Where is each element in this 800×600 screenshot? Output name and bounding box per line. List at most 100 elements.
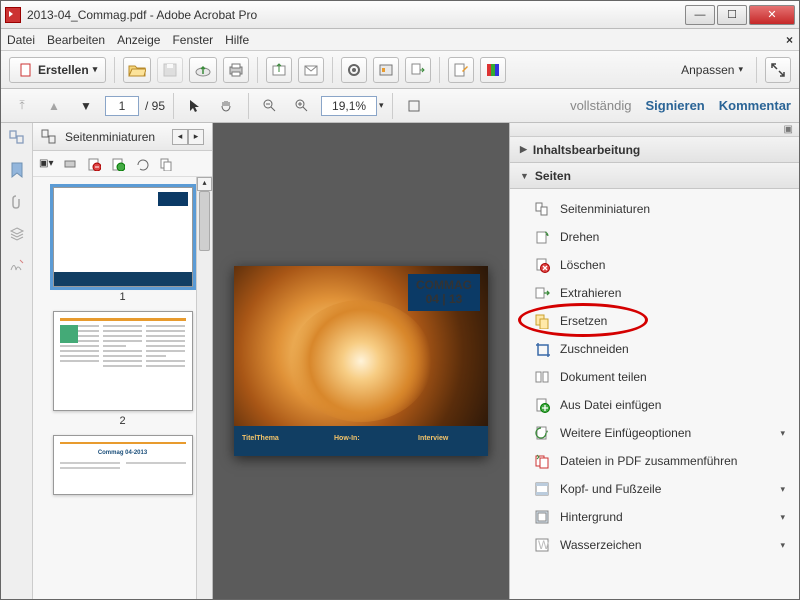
thumb-rotate2-icon[interactable] xyxy=(135,157,149,171)
thumb-page-1[interactable]: 1 xyxy=(41,187,204,303)
zoom-input[interactable] xyxy=(321,96,377,116)
combine-icon xyxy=(534,453,550,469)
zoom-in-button[interactable] xyxy=(289,93,315,119)
menu-datei[interactable]: Datei xyxy=(7,33,35,47)
thumb-scrollbar[interactable]: ▴ xyxy=(196,177,212,599)
tools-header[interactable]: ▣ xyxy=(510,123,799,137)
printer-icon xyxy=(228,62,244,78)
tool-item-extract[interactable]: Extrahieren xyxy=(510,279,799,307)
page-number-input[interactable] xyxy=(105,96,139,116)
edit-icon xyxy=(453,62,469,78)
tool-item-split[interactable]: Dokument teilen xyxy=(510,363,799,391)
main-area: Seitenminiaturen ◂▸ ▣▾ 1 xyxy=(1,123,799,599)
thumbnails-icon xyxy=(41,129,57,145)
layers-rail-icon[interactable] xyxy=(8,225,26,243)
prev-page-button[interactable]: ▲ xyxy=(41,93,67,119)
options-icon[interactable]: ▣▾ xyxy=(39,158,53,169)
customize-button[interactable]: Anpassen ▾ xyxy=(676,57,748,83)
next-page-button[interactable]: ▼ xyxy=(73,93,99,119)
sign-link[interactable]: Signieren xyxy=(646,98,705,113)
color-button[interactable] xyxy=(480,57,506,83)
thumb-page-3[interactable]: Commag 04-2013 xyxy=(41,435,204,495)
thumb-page-2[interactable]: 2 xyxy=(41,311,204,427)
rotate-icon xyxy=(534,229,550,245)
window-title: 2013-04_Commag.pdf - Adobe Acrobat Pro xyxy=(27,8,685,22)
create-label: Erstellen xyxy=(38,63,89,77)
tool-item-label: Kopf- und Fußzeile xyxy=(560,482,661,496)
minimize-button[interactable]: — xyxy=(685,5,715,25)
tool-item-replace[interactable]: Ersetzen xyxy=(510,307,799,335)
thumbnails-rail-icon[interactable] xyxy=(8,129,26,147)
export-icon xyxy=(410,62,426,78)
full-link[interactable]: vollständig xyxy=(570,98,631,113)
tool-item-rotate[interactable]: Drehen xyxy=(510,223,799,251)
thumbnails-toolbar: ▣▾ xyxy=(33,151,212,177)
thumbnails-panel: Seitenminiaturen ◂▸ ▣▾ 1 xyxy=(33,123,213,599)
zoom-in-icon xyxy=(294,98,310,114)
document-view[interactable]: COMMAG04 | 13 TitelThema How-In: Intervi… xyxy=(213,123,509,599)
tool-item-insertfile[interactable]: Aus Datei einfügen xyxy=(510,391,799,419)
email-button[interactable] xyxy=(298,57,324,83)
gear-button[interactable] xyxy=(341,57,367,83)
export-button[interactable] xyxy=(405,57,431,83)
comment-link[interactable]: Kommentar xyxy=(719,98,791,113)
maximize-button[interactable]: ☐ xyxy=(717,5,747,25)
tool-item-delete[interactable]: Löschen xyxy=(510,251,799,279)
menu-anzeige[interactable]: Anzeige xyxy=(117,33,160,47)
svg-text:W: W xyxy=(538,538,550,552)
edit-text-button[interactable] xyxy=(448,57,474,83)
accordion-pages[interactable]: ▼Seiten xyxy=(510,163,799,189)
save-icon xyxy=(162,62,178,78)
tool-item-combine[interactable]: Dateien in PDF zusammenführen xyxy=(510,447,799,475)
create-button[interactable]: Erstellen ▾ xyxy=(9,57,106,83)
hand-tool-button[interactable] xyxy=(214,93,240,119)
tool-item-background[interactable]: Hintergrund▾ xyxy=(510,503,799,531)
chevron-icon: ▾ xyxy=(780,484,785,495)
tool-item-watermark[interactable]: WWasserzeichen▾ xyxy=(510,531,799,559)
menu-hilfe[interactable]: Hilfe xyxy=(225,33,249,47)
attachment-rail-icon[interactable] xyxy=(8,193,26,211)
signatures-rail-icon[interactable] xyxy=(8,257,26,275)
zoom-out-button[interactable] xyxy=(257,93,283,119)
share-button[interactable] xyxy=(266,57,292,83)
close-button[interactable]: ✕ xyxy=(749,5,795,25)
cloud-icon xyxy=(194,62,212,78)
tool-item-headerfooter[interactable]: Kopf- und Fußzeile ▾ xyxy=(510,475,799,503)
cloud-button[interactable] xyxy=(189,57,217,83)
fullscreen-button[interactable] xyxy=(765,57,791,83)
print-button[interactable] xyxy=(223,57,249,83)
tool-item-pages[interactable]: Seitenminiaturen xyxy=(510,195,799,223)
zoom-out-icon xyxy=(262,98,278,114)
save-button[interactable] xyxy=(157,57,183,83)
headerfooter-icon xyxy=(534,481,550,497)
accordion-content-editing[interactable]: ▶Inhaltsbearbeitung xyxy=(510,137,799,163)
panel-collapse-buttons[interactable]: ◂▸ xyxy=(172,129,204,145)
menu-fenster[interactable]: Fenster xyxy=(172,33,213,47)
hand-icon xyxy=(219,98,235,114)
thumb-rotate-icon[interactable] xyxy=(111,157,125,171)
nav-rail xyxy=(1,123,33,599)
thumb-delete-icon[interactable] xyxy=(87,157,101,171)
tool-item-moreinsert[interactable]: Weitere Einfügeoptionen▾ xyxy=(510,419,799,447)
folder-open-icon xyxy=(128,62,146,78)
first-page-button[interactable]: ⤒ xyxy=(9,93,35,119)
create-icon xyxy=(18,62,34,78)
menu-close-icon[interactable]: × xyxy=(786,33,793,47)
fit-width-button[interactable] xyxy=(401,93,427,119)
thumb-replace-icon[interactable] xyxy=(159,157,173,171)
page-total: / 95 xyxy=(145,99,165,113)
tool-item-label: Extrahieren xyxy=(560,286,621,300)
fit-icon xyxy=(406,98,422,114)
tool-item-crop[interactable]: Zuschneiden xyxy=(510,335,799,363)
menu-bearbeiten[interactable]: Bearbeiten xyxy=(47,33,105,47)
tool-item-label: Dateien in PDF zusammenführen xyxy=(560,454,737,468)
chevron-down-icon[interactable]: ▾ xyxy=(379,100,384,111)
select-tool-button[interactable] xyxy=(182,93,208,119)
thumb-print-icon[interactable] xyxy=(63,157,77,171)
tool-item-label: Ersetzen xyxy=(560,314,607,328)
open-button[interactable] xyxy=(123,57,151,83)
scan-button[interactable] xyxy=(373,57,399,83)
cover-badge: COMMAG04 | 13 xyxy=(408,274,480,311)
accordion-label: Seiten xyxy=(535,169,571,183)
bookmark-rail-icon[interactable] xyxy=(8,161,26,179)
